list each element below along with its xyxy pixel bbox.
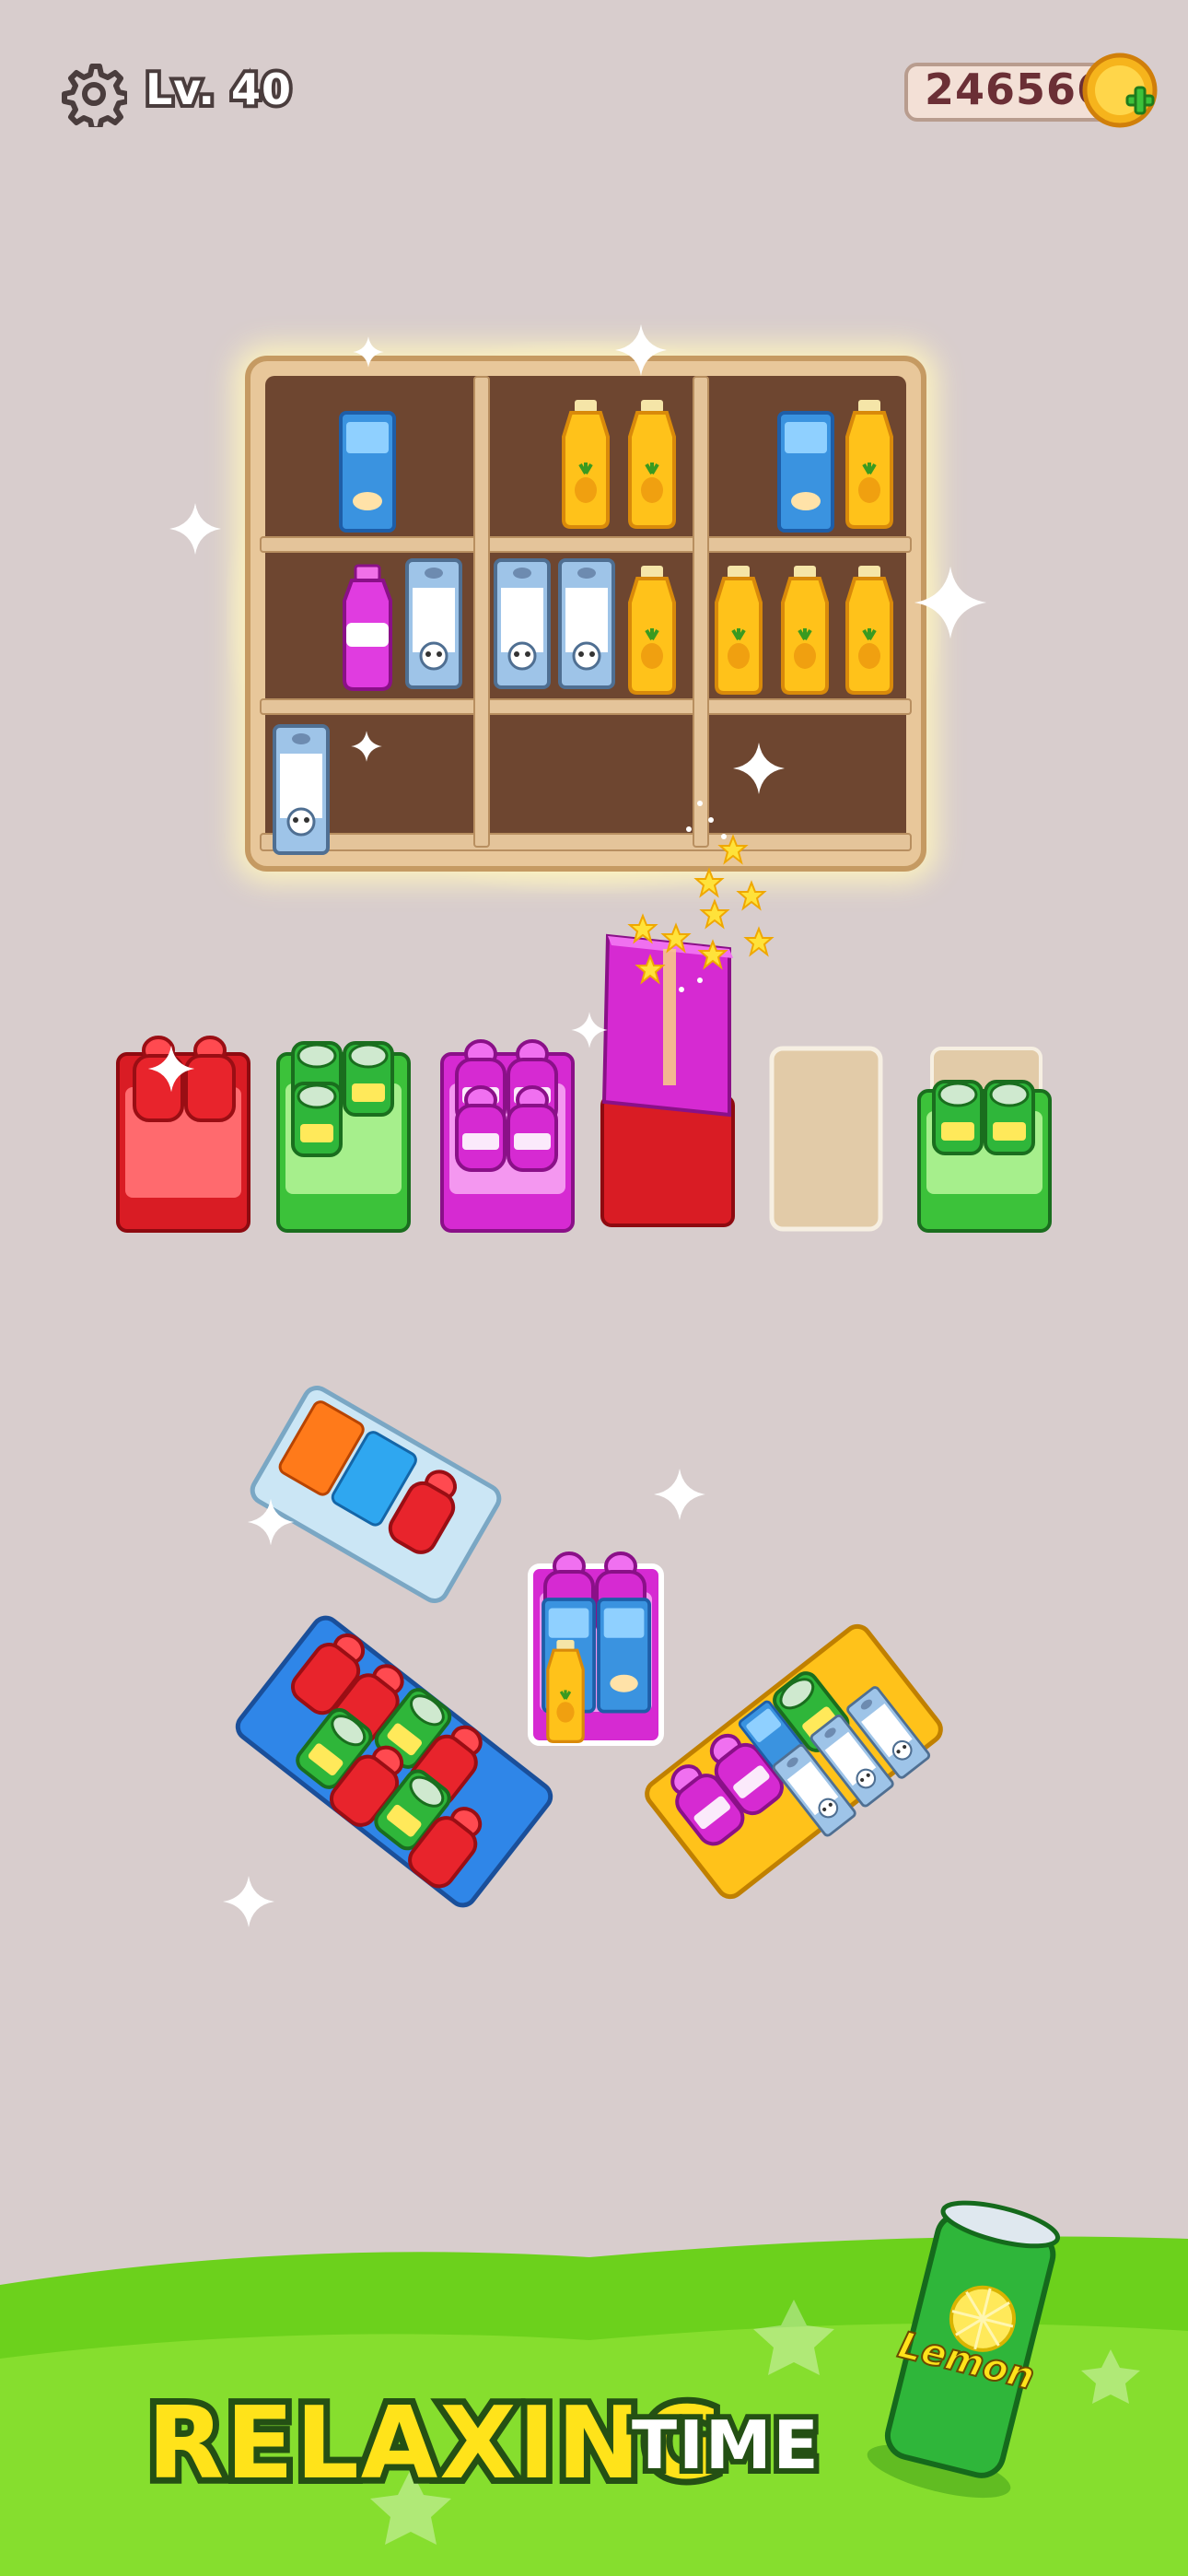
juice-bottle-item [562, 398, 610, 529]
milk-carton-item [777, 411, 834, 533]
cow-carton-item [558, 558, 615, 689]
tray-slot-6[interactable] [917, 1047, 1052, 1233]
tray-slot-4[interactable] [600, 933, 735, 1227]
cow-carton-item [273, 724, 330, 855]
cow-carton-item [405, 558, 462, 689]
shelf-row-2 [343, 558, 893, 695]
tray-slot-5-empty[interactable] [769, 1046, 883, 1232]
banner-word-time: TIME [626, 2401, 824, 2489]
juice-bottle-item [628, 398, 676, 529]
crate-yellow[interactable] [642, 1622, 952, 1910]
tray-slot-3[interactable] [440, 1039, 575, 1233]
tray-slot-2[interactable] [276, 1041, 411, 1233]
shelf-row-3 [273, 724, 330, 855]
juice-bottle-item [715, 564, 763, 695]
juice-bottle-item [628, 564, 676, 695]
closed-box-item [601, 933, 733, 1118]
cow-carton-item [494, 558, 551, 689]
danta-bottle-item [343, 564, 392, 691]
crate-blue[interactable] [233, 1612, 556, 1910]
crate-light-blue[interactable] [248, 1383, 504, 1605]
crate-magenta[interactable] [528, 1551, 664, 1746]
juice-bottle-item [845, 398, 893, 529]
shelf-row-1 [339, 398, 893, 533]
juice-bottle-item [781, 564, 829, 695]
game-scene: Lemon [0, 324, 1188, 2576]
milk-carton-item [339, 411, 396, 533]
juice-bottle-item [845, 564, 893, 695]
